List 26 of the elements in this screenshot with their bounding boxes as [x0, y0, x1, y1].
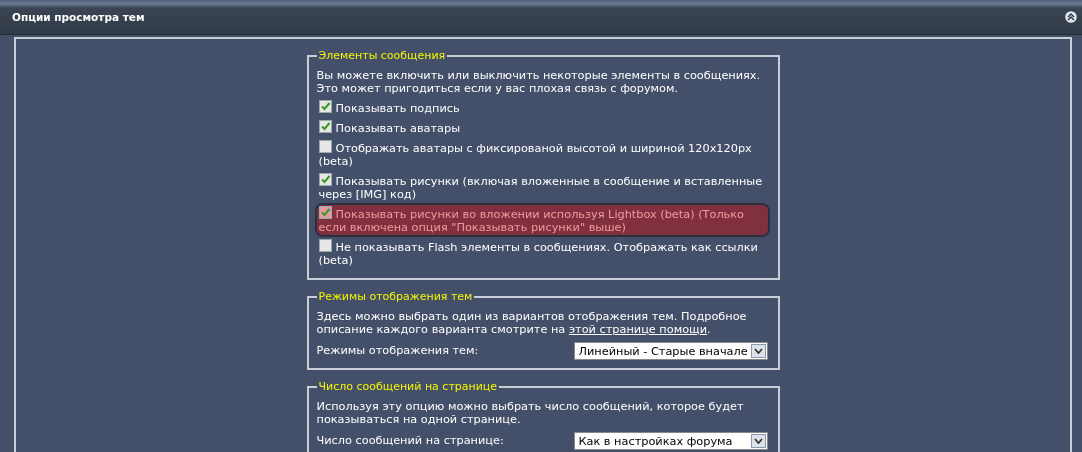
- fieldset-legend: Режимы отображения тем: [316, 290, 475, 303]
- checkbox-option[interactable]: Показывать аватары: [316, 119, 768, 136]
- panel-title: Опции просмотра тем: [12, 11, 145, 23]
- field-label: Число сообщений на странице:: [316, 433, 504, 447]
- checkbox-option[interactable]: Отображать аватары с фиксированой высотой и шириной 120x120px (beta): [316, 139, 768, 169]
- checkbox[interactable]: [318, 120, 332, 133]
- description-text: Вы можете включить или выключить некоторые элементы в сообщениях. Это может пригодиться если у вас плохая связь с форумом.: [316, 69, 762, 95]
- checkbox[interactable]: [318, 239, 332, 252]
- chevron-up-icon: [1064, 10, 1078, 24]
- checkbox-option[interactable]: Показывать подпись: [316, 99, 768, 116]
- collapse-button[interactable]: [1064, 10, 1078, 24]
- field-label: Режимы отображения тем:: [316, 343, 479, 357]
- dropdown[interactable]: Как в настройках форума: [573, 432, 768, 450]
- checkbox[interactable]: [318, 206, 332, 219]
- description-text: Здесь можно выбрать один из вариантов отображения тем. Подробное описание каждого варианта смотрите на этой странице помощи.: [316, 310, 748, 336]
- checkbox-option[interactable]: Показывать рисунки (включая вложенные в сообщение и вставленные через [IMG] код): [316, 172, 768, 202]
- help-link[interactable]: этой странице помощи: [568, 323, 708, 336]
- fieldset-legend: Число сообщений на странице: [316, 380, 500, 393]
- checkbox[interactable]: [318, 173, 332, 186]
- checkbox-option[interactable]: Не показывать Flash элементы в сообщениях. Отображать как ссылки (beta): [316, 238, 768, 268]
- checkbox-option[interactable]: Показывать рисунки во вложении используя Lightbox (beta) (Только если включена опция "Показывать рисунки" выше): [316, 205, 768, 235]
- description-text: Используя эту опцию можно выбрать число сообщений, которое будет показываться на одной странице.: [316, 400, 745, 426]
- dropdown[interactable]: Линейный - Старые вначале: [573, 342, 768, 360]
- checkbox[interactable]: [318, 140, 332, 153]
- checkbox[interactable]: [318, 100, 332, 113]
- fieldset-legend: Элементы сообщения: [316, 49, 448, 62]
